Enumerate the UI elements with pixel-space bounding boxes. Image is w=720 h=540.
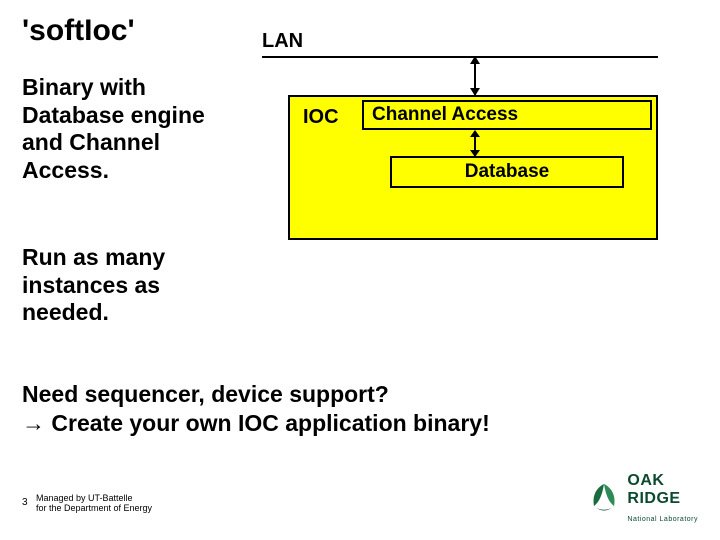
channel-access-label: Channel Access bbox=[372, 104, 518, 126]
slide: 'softIoc' LAN IOC Channel Access Databas… bbox=[0, 0, 720, 540]
footer-managed: Managed by UT-Battelle for the Departmen… bbox=[36, 493, 152, 514]
logo-sub: National Laboratory bbox=[627, 516, 698, 523]
logo-main: OAKRIDGE bbox=[627, 472, 680, 507]
leaf-icon bbox=[587, 482, 621, 516]
logo-main-1: OAK bbox=[627, 472, 664, 489]
arrow-ca-to-db bbox=[474, 131, 476, 156]
description-3-text: Need sequencer, device support? → Create… bbox=[22, 381, 490, 436]
description-1: Binary with Database engine and Channel … bbox=[22, 74, 252, 184]
lan-line bbox=[262, 56, 658, 58]
database-label: Database bbox=[465, 161, 550, 183]
footer-managed-text: Managed by UT-Battelle for the Departmen… bbox=[36, 493, 152, 513]
slide-title: 'softIoc' bbox=[22, 14, 135, 48]
logo-text-wrap: OAKRIDGE National Laboratory bbox=[627, 472, 698, 526]
ioc-label: IOC bbox=[303, 106, 339, 129]
description-3: Need sequencer, device support? → Create… bbox=[22, 380, 682, 438]
arrow-lan-to-ca bbox=[474, 57, 476, 95]
logo-main-2: RIDGE bbox=[627, 490, 680, 507]
oak-ridge-logo: OAKRIDGE National Laboratory bbox=[587, 472, 698, 526]
page-number: 3 bbox=[22, 497, 28, 508]
database-box: Database bbox=[390, 156, 624, 188]
channel-access-box: Channel Access bbox=[362, 100, 652, 130]
description-2: Run as many instances as needed. bbox=[22, 244, 252, 327]
lan-label: LAN bbox=[262, 30, 303, 53]
